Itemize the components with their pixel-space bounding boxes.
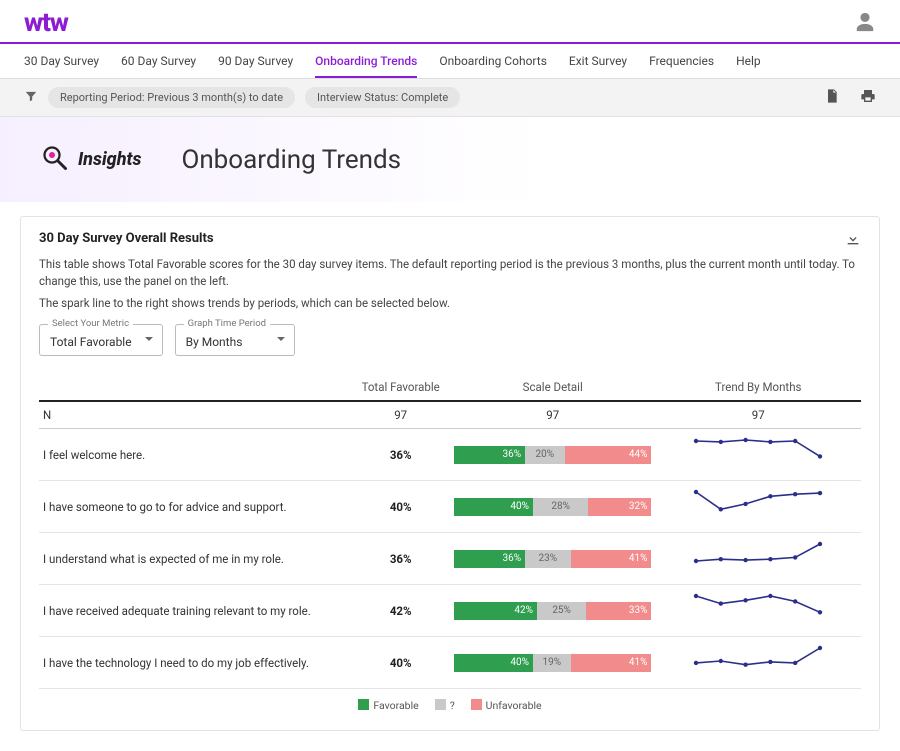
metric-select[interactable]: Select Your Metric Total Favorable [39, 324, 163, 356]
insights-icon [40, 143, 70, 176]
legend-favorable: Favorable [373, 699, 418, 712]
item-text: I feel welcome here. [39, 429, 351, 481]
top-bar: wtw [0, 0, 900, 44]
chevron-down-icon [144, 333, 154, 347]
trend-cell [655, 637, 861, 689]
brand-logo: wtw [24, 8, 68, 38]
table-row: I have the technology I need to do my jo… [39, 637, 861, 689]
insights-badge: Insights [40, 143, 141, 176]
filter-icon[interactable] [24, 89, 38, 106]
fav-pct: 40% [351, 481, 450, 533]
fav-pct: 36% [351, 533, 450, 585]
card-desc-1: This table shows Total Favorable scores … [39, 256, 861, 289]
print-icon[interactable] [860, 88, 876, 107]
bar-unfavorable: 33% [586, 602, 651, 620]
bar-neutral: 19% [533, 654, 571, 672]
legend-unfavorable: Unfavorable [486, 699, 542, 712]
item-text: I have received adequate training releva… [39, 585, 351, 637]
bar-favorable: 40% [454, 498, 533, 516]
trend-cell [655, 533, 861, 585]
scale-cell: 36%20%44% [450, 429, 656, 481]
page-title: Onboarding Trends [181, 145, 401, 175]
export-pdf-icon[interactable] [824, 88, 840, 107]
trend-cell [655, 429, 861, 481]
account-icon[interactable] [854, 11, 876, 36]
bar-neutral: 28% [533, 498, 588, 516]
item-text: I have someone to go to for advice and s… [39, 481, 351, 533]
bar-favorable: 36% [454, 550, 525, 568]
bar-neutral: 25% [537, 602, 586, 620]
bar-unfavorable: 41% [571, 654, 652, 672]
bar-favorable: 42% [454, 602, 537, 620]
page-hero: Insights Onboarding Trends [0, 117, 900, 202]
item-text: I have the technology I need to do my jo… [39, 637, 351, 689]
tab-90-day[interactable]: 90 Day Survey [218, 44, 293, 78]
bar-unfavorable: 41% [571, 550, 652, 568]
bar-neutral: 23% [525, 550, 570, 568]
scale-cell: 40%28%32% [450, 481, 656, 533]
n-scale: 97 [450, 401, 656, 429]
stacked-bar: 40%28%32% [454, 498, 652, 516]
bar-unfavorable: 32% [588, 498, 651, 516]
bar-favorable: 36% [454, 446, 525, 464]
scale-cell: 36%23%41% [450, 533, 656, 585]
tab-help[interactable]: Help [736, 44, 761, 78]
legend-neutral: ? [450, 699, 455, 712]
card-title: 30 Day Survey Overall Results [39, 231, 214, 246]
stacked-bar: 36%23%41% [454, 550, 652, 568]
filter-chip-interview-status[interactable]: Interview Status: Complete [305, 87, 460, 108]
n-row: N979797 [39, 401, 861, 429]
trend-cell [655, 585, 861, 637]
col-item [39, 374, 351, 401]
item-text: I understand what is expected of me in m… [39, 533, 351, 585]
stacked-bar: 36%20%44% [454, 446, 652, 464]
nav-tabs: 30 Day Survey 60 Day Survey 90 Day Surve… [0, 44, 900, 79]
n-trend: 97 [655, 401, 861, 429]
bar-unfavorable: 44% [565, 446, 652, 464]
metric-select-value: Total Favorable [50, 335, 132, 349]
trend-cell [655, 481, 861, 533]
scale-cell: 42%25%33% [450, 585, 656, 637]
n-fav: 97 [351, 401, 450, 429]
period-select-label: Graph Time Period [184, 318, 270, 329]
fav-pct: 40% [351, 637, 450, 689]
table-row: I have received adequate training releva… [39, 585, 861, 637]
results-table: Total Favorable Scale Detail Trend By Mo… [39, 374, 861, 689]
tab-frequencies[interactable]: Frequencies [649, 44, 714, 78]
filter-bar: Reporting Period: Previous 3 month(s) to… [0, 79, 900, 117]
scale-legend: Favorable ? Unfavorable [39, 699, 861, 712]
table-row: I have someone to go to for advice and s… [39, 481, 861, 533]
tab-onboarding-cohorts[interactable]: Onboarding Cohorts [439, 44, 547, 78]
table-row: I feel welcome here.36%36%20%44% [39, 429, 861, 481]
fav-pct: 42% [351, 585, 450, 637]
fav-pct: 36% [351, 429, 450, 481]
n-label: N [39, 401, 351, 429]
chevron-down-icon [276, 333, 286, 347]
col-total-favorable: Total Favorable [351, 374, 450, 401]
card-desc-2: The spark line to the right shows trends… [39, 295, 861, 312]
table-row: I understand what is expected of me in m… [39, 533, 861, 585]
tab-30-day[interactable]: 30 Day Survey [24, 44, 99, 78]
bar-neutral: 20% [525, 446, 565, 464]
scale-cell: 40%19%41% [450, 637, 656, 689]
col-scale-detail: Scale Detail [450, 374, 656, 401]
stacked-bar: 42%25%33% [454, 602, 652, 620]
col-trend: Trend By Months [655, 374, 861, 401]
filter-chip-reporting-period[interactable]: Reporting Period: Previous 3 month(s) to… [48, 87, 295, 108]
period-select[interactable]: Graph Time Period By Months [175, 324, 295, 356]
tab-60-day[interactable]: 60 Day Survey [121, 44, 196, 78]
insights-label: Insights [78, 149, 141, 170]
bar-favorable: 40% [454, 654, 533, 672]
tab-onboarding-trends[interactable]: Onboarding Trends [315, 44, 417, 78]
results-card: 30 Day Survey Overall Results This table… [20, 216, 880, 731]
download-icon[interactable] [845, 231, 861, 250]
stacked-bar: 40%19%41% [454, 654, 652, 672]
metric-select-label: Select Your Metric [48, 318, 133, 329]
period-select-value: By Months [186, 335, 243, 349]
tab-exit-survey[interactable]: Exit Survey [569, 44, 627, 78]
